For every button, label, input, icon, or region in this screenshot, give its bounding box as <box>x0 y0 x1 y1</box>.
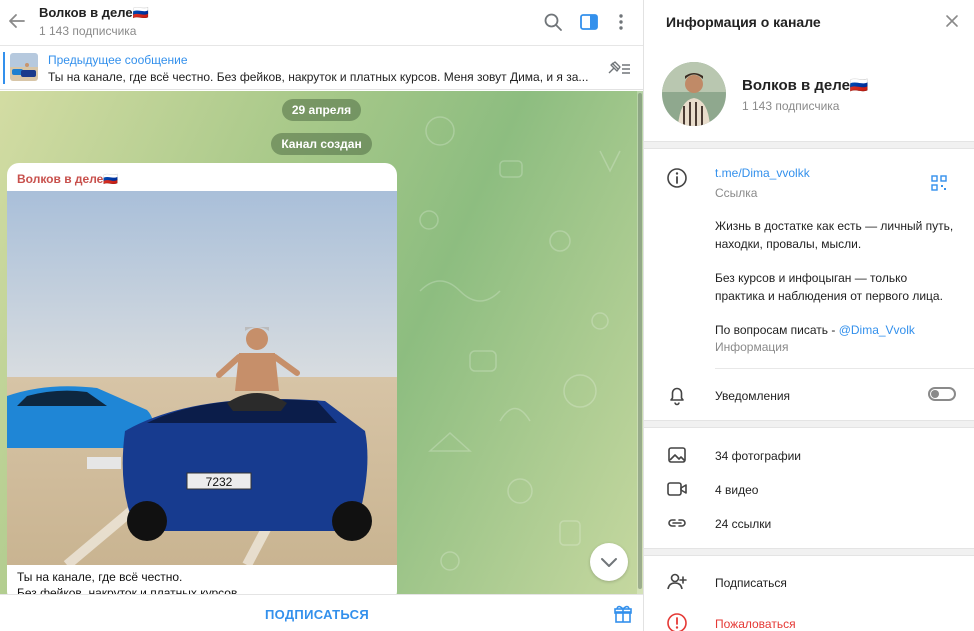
section-divider <box>644 420 974 428</box>
pinned-title: Предыдущее сообщение <box>48 53 188 67</box>
video-icon <box>667 482 687 496</box>
description-line: Без курсов и инфоцыган — только <box>715 271 908 285</box>
back-arrow-icon[interactable] <box>6 10 28 32</box>
add-user-icon <box>667 573 687 590</box>
channel-subscriber-count: 1 143 подписчика <box>742 99 840 113</box>
channel-link[interactable]: t.me/Dima_vvolkk <box>715 166 810 180</box>
link-icon <box>668 519 686 527</box>
channel-name: Волков в деле🇷🇺 <box>742 77 869 94</box>
pinned-indicator <box>3 52 5 84</box>
info-panel-title: Информация о канале <box>666 14 821 30</box>
post-text: Ты на канале, где всё честно. Без фейков… <box>17 570 238 594</box>
sidebar-toggle-icon[interactable] <box>578 11 600 33</box>
post-photo[interactable]: 7232 <box>7 191 397 565</box>
subscribe-button[interactable]: ПОДПИСАТЬСЯ <box>0 607 634 622</box>
description-line: Жизнь в достатке как есть — личный путь, <box>715 219 954 233</box>
gift-icon[interactable] <box>613 604 633 624</box>
notifications-label: Уведомления <box>715 389 791 403</box>
media-videos[interactable]: 4 видео <box>715 483 758 497</box>
telegram-window: Волков в деле🇷🇺 1 143 подписчика Предыду… <box>0 0 974 631</box>
media-links[interactable]: 24 ссылки <box>715 517 771 531</box>
chat-title[interactable]: Волков в деле🇷🇺 <box>39 5 149 21</box>
chat-background: 29 апреля Канал создан Волков в деле🇷🇺 7… <box>0 91 643 594</box>
search-icon[interactable] <box>542 11 564 33</box>
info-icon <box>667 168 687 188</box>
notifications-toggle[interactable] <box>928 387 956 401</box>
qr-code-icon[interactable] <box>930 174 948 192</box>
pinned-list-icon[interactable] <box>606 59 632 77</box>
channel-avatar[interactable] <box>662 62 726 126</box>
report-action[interactable]: Пожаловаться <box>715 617 796 631</box>
more-vertical-icon[interactable] <box>610 11 632 33</box>
description-caption: Информация <box>715 340 789 354</box>
chat-subscriber-count: 1 143 подписчика <box>39 24 137 38</box>
channel-post[interactable]: Волков в деле🇷🇺 7232 Ты на канале, где в… <box>7 163 397 594</box>
close-icon[interactable] <box>944 13 960 29</box>
section-divider <box>644 548 974 556</box>
toggle-knob <box>931 390 939 398</box>
chat-header: Волков в деле🇷🇺 1 143 подписчика <box>0 0 643 46</box>
row-divider <box>715 368 974 369</box>
report-icon <box>667 613 687 631</box>
chat-column: Волков в деле🇷🇺 1 143 подписчика Предыду… <box>0 0 643 631</box>
channel-created-notice: Канал создан <box>0 133 643 155</box>
license-plate: 7232 <box>206 475 233 489</box>
bottom-bar: ПОДПИСАТЬСЯ <box>0 594 643 631</box>
date-separator: 29 апреля <box>0 99 643 121</box>
description-line: находки, провалы, мысли. <box>715 237 862 251</box>
post-author[interactable]: Волков в деле🇷🇺 <box>17 172 118 186</box>
section-divider <box>644 141 974 149</box>
bell-icon <box>670 387 684 406</box>
description-contact: По вопросам писать - @Dima_Vvolk <box>715 323 915 337</box>
subscribe-action[interactable]: Подписаться <box>715 576 787 590</box>
chat-scrollbar-thumb[interactable] <box>638 93 642 589</box>
chevron-down-icon <box>601 558 617 567</box>
pinned-thumbnail <box>10 53 38 81</box>
pinned-message-bar[interactable]: Предыдущее сообщение Ты на канале, где в… <box>0 46 643 90</box>
scroll-down-button[interactable] <box>590 543 628 581</box>
pinned-text: Ты на канале, где всё честно. Без фейков… <box>48 70 589 84</box>
channel-info-panel: Информация о канале Волков в деле🇷🇺 1 14… <box>643 0 974 631</box>
photo-icon <box>668 447 686 463</box>
link-caption: Ссылка <box>715 186 758 200</box>
media-photos[interactable]: 34 фотографии <box>715 449 801 463</box>
description-line: практика и наблюдения от первого лица. <box>715 289 943 303</box>
contact-mention-link[interactable]: @Dima_Vvolk <box>839 323 915 337</box>
